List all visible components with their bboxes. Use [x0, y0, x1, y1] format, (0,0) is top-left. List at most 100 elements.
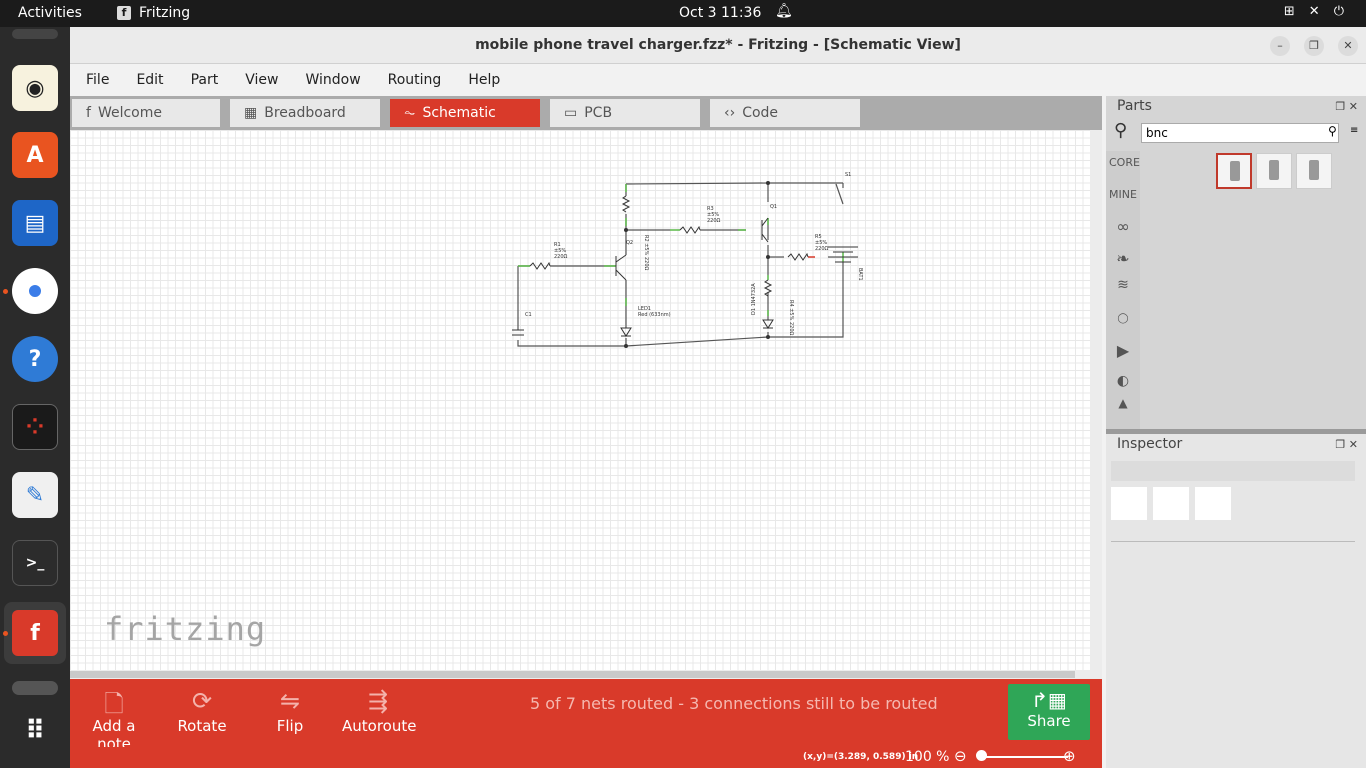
parts-search-input[interactable]: bnc	[1141, 123, 1339, 143]
running-indicator	[3, 631, 8, 636]
share-button[interactable]: ↱▦ Share	[1008, 684, 1090, 740]
tab-welcome[interactable]: f Welcome	[72, 99, 220, 127]
search-go-icon[interactable]: ⚲	[1328, 124, 1337, 138]
inspector-pcb-image	[1195, 487, 1231, 520]
zoom-slider[interactable]	[980, 756, 1068, 758]
schematic-icon: ⏦	[404, 105, 416, 121]
tab-pcb[interactable]: ▭ PCB	[550, 99, 700, 127]
scroll-thumb[interactable]	[70, 671, 1075, 678]
dock: ◉ A ▤ ? ⁘ ✎ >_ f ⠿	[0, 27, 70, 768]
menu-file[interactable]: File	[70, 65, 120, 95]
arduino-bin-icon[interactable]: ∞	[1109, 217, 1137, 236]
schematic-drawing[interactable]: S1 Q1 Q2 R1 ±5% 220Ω R3 ±5% 220Ω R5 ±5% …	[70, 130, 1100, 670]
activities-button[interactable]: Activities	[18, 5, 82, 21]
label-s1: S1	[845, 172, 851, 178]
dots-app-icon[interactable]: ⁘	[12, 404, 58, 450]
flip-button[interactable]: ⇋ Flip	[270, 687, 310, 735]
parts-title: Parts	[1117, 98, 1152, 114]
fritzing-dock-item[interactable]: f	[4, 602, 66, 664]
zoom-in-icon[interactable]: ⊕	[1063, 747, 1076, 765]
label-d1: D1 1N4732A	[751, 283, 757, 315]
zoom-out-icon[interactable]: ⊖	[954, 747, 967, 765]
horizontal-scrollbar[interactable]	[70, 670, 1102, 679]
autoroute-button[interactable]: ⇶ Autoroute	[342, 687, 417, 735]
fritzing-icon: f	[12, 610, 58, 656]
zoom-slider-handle[interactable]	[976, 750, 987, 761]
close-icon[interactable]: ✕	[1349, 438, 1358, 451]
autoroute-icon: ⇶	[367, 687, 389, 715]
sparkfun-bin-icon[interactable]: ❧	[1109, 249, 1137, 268]
schematic-canvas[interactable]: S1 Q1 Q2 R1 ±5% 220Ω R3 ±5% 220Ω R5 ±5% …	[70, 130, 1100, 670]
intel-bin-icon[interactable]: ◯	[1109, 313, 1137, 324]
tab-breadboard[interactable]: ▦ Breadboard	[230, 99, 380, 127]
rotate-label: Rotate	[177, 717, 227, 735]
chrome-icon[interactable]	[12, 268, 58, 314]
tab-schematic[interactable]: ⏦ Schematic	[390, 99, 540, 127]
add-note-button[interactable]: 🗋︎ Add a note	[77, 687, 151, 753]
vertical-scrollbar[interactable]	[1090, 130, 1102, 670]
component-labels: S1 Q1 Q2 R1 ±5% 220Ω R3 ±5% 220Ω R5 ±5% …	[525, 172, 863, 335]
text-editor-icon[interactable]: ✎	[12, 472, 58, 518]
close-button[interactable]: ✕	[1338, 36, 1358, 56]
menu-view[interactable]: View	[229, 65, 289, 95]
label-r5-val: 220Ω	[815, 246, 829, 252]
rotate-button[interactable]: ⟳ Rotate	[174, 687, 230, 735]
bin-mine[interactable]: MINE	[1109, 188, 1137, 201]
clock[interactable]: Oct 3 11:36	[679, 5, 761, 21]
menu-window[interactable]: Window	[289, 65, 371, 95]
menu-part[interactable]: Part	[175, 65, 230, 95]
float-icon[interactable]: ❐	[1335, 438, 1345, 451]
part-result-1[interactable]	[1216, 153, 1252, 189]
tab-label: PCB	[584, 105, 613, 121]
view-tabs: f Welcome ▦ Breadboard ⏦ Schematic ▭ PCB…	[70, 96, 1102, 130]
share-label: Share	[1027, 712, 1071, 730]
search-icon[interactable]: ⚲	[1114, 120, 1127, 141]
menu-routing[interactable]: Routing	[372, 65, 453, 95]
app-menu[interactable]: f Fritzing	[117, 5, 190, 21]
resistor-r2	[621, 195, 631, 213]
play-bin-icon[interactable]: ▶	[1109, 341, 1137, 360]
inspector-name-field[interactable]	[1111, 461, 1355, 481]
title-bar[interactable]: mobile phone travel charger.fzz* - Fritz…	[70, 27, 1366, 64]
diode-d1	[762, 319, 774, 329]
resistor-r3	[679, 225, 701, 234]
rhythmbox-icon[interactable]: ◉	[12, 65, 58, 111]
label-c1: C1	[525, 312, 532, 318]
resistor-r1	[529, 261, 551, 270]
pcb-icon: ▭	[564, 105, 578, 121]
seeed-bin-icon[interactable]: ≋	[1109, 277, 1137, 293]
maximize-button[interactable]: ❐	[1304, 36, 1324, 56]
notification-bell-icon[interactable]: 🔔︎	[775, 3, 793, 19]
fritzing-app-icon: f	[117, 6, 131, 20]
system-tray[interactable]: ⊞ ✕ ⏻	[1284, 4, 1344, 19]
menu-help[interactable]: Help	[452, 65, 511, 95]
system-top-bar: Activities f Fritzing Oct 3 11:36 🔔︎ ⊞ ✕…	[0, 0, 1366, 27]
software-center-icon[interactable]: A	[12, 132, 58, 178]
part-result-3[interactable]	[1296, 153, 1332, 189]
float-icon[interactable]: ❐	[1335, 100, 1345, 113]
scroll-up-icon[interactable]: ▲	[1109, 396, 1137, 410]
note-icon: 🗋︎	[104, 690, 124, 718]
network-icon: ⊞	[1283, 4, 1295, 19]
minimize-button[interactable]: –	[1270, 36, 1290, 56]
close-icon[interactable]: ✕	[1349, 100, 1358, 113]
flip-icon: ⇋	[279, 687, 301, 715]
bin-core[interactable]: CORE	[1109, 156, 1140, 169]
part-result-2[interactable]	[1256, 153, 1292, 189]
divider	[1111, 541, 1355, 542]
menu-icon[interactable]: ≡	[1350, 125, 1358, 136]
label-led1-color: Red (633nm)	[638, 312, 671, 318]
dock-partial-icon[interactable]	[12, 29, 58, 39]
autoroute-label: Autoroute	[342, 717, 417, 735]
dock-partial-icon[interactable]	[12, 681, 58, 695]
help-icon[interactable]: ?	[12, 336, 58, 382]
writer-icon[interactable]: ▤	[12, 200, 58, 246]
inspector-breadboard-image	[1111, 487, 1147, 520]
tab-code[interactable]: ‹› Code	[710, 99, 860, 127]
menu-edit[interactable]: Edit	[120, 65, 174, 95]
terminal-icon[interactable]: >_	[12, 540, 58, 586]
transistor-q2	[615, 254, 627, 281]
contrib-bin-icon[interactable]: ◐	[1109, 373, 1137, 389]
show-apps-icon[interactable]: ⠿	[12, 708, 58, 754]
label-r3-val: 220Ω	[707, 218, 721, 224]
